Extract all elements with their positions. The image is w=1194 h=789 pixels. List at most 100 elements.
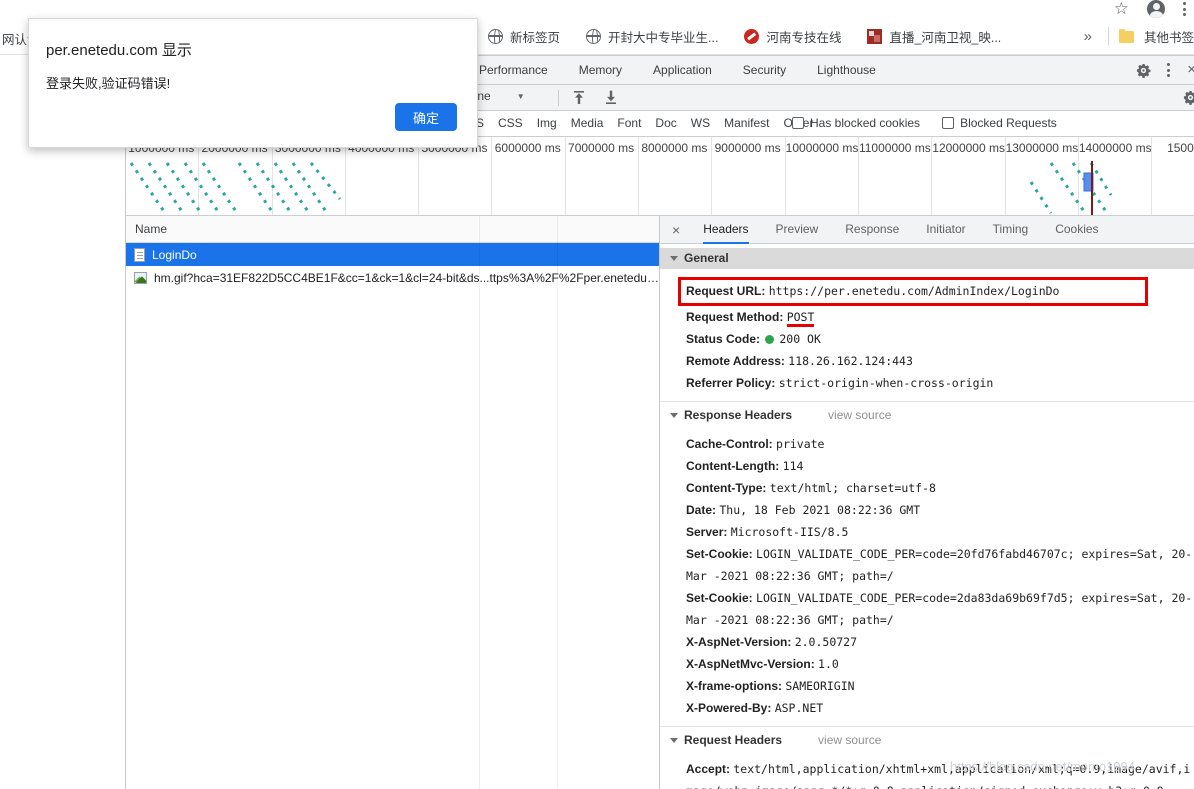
bookmark-star-icon[interactable]: ☆ [1114,0,1129,18]
header-value: LOGIN_VALIDATE_CODE_PER=code=2da83da69b6… [686,591,1193,627]
header-value: Thu, 18 Feb 2021 08:22:36 GMT [719,503,921,517]
tab-preview[interactable]: Preview [776,216,819,244]
disclosure-triangle-icon [670,737,678,743]
timeline-activity-graph [129,161,1113,215]
tab-initiator[interactable]: Initiator [926,216,965,244]
tab-headers[interactable]: Headers [703,216,749,244]
filter-font[interactable]: Font [617,116,641,130]
filter-checkbox-item[interactable]: Has blocked cookies [792,116,920,130]
header-key: Remote Address: [686,354,785,368]
divider [1107,27,1109,45]
bookmark-item[interactable]: 直播_河南卫视_映... [861,27,1007,46]
header-key: Request Method: [686,310,784,324]
header-value: 114 [782,459,804,473]
network-overview-timeline[interactable]: 1000000 ms 2000000 ms 3000000 ms 4000000 ms… [126,137,1194,216]
header-key: X-AspNet-Version: [686,635,792,649]
header-row: Set-Cookie: LOGIN_VALIDATE_CODE_PER=code… [686,587,1194,631]
disclosure-triangle-icon [670,256,678,261]
bookmarks-overflow-icon[interactable]: » [1078,28,1098,45]
bookmark-item[interactable]: 开封大中专毕业生... [580,27,724,46]
header-value: POST [786,310,815,327]
header-key: Content-Type: [686,481,767,495]
other-bookmarks-folder-icon [1118,28,1134,43]
checkbox-label: Blocked Requests [960,116,1057,130]
seal-logo-icon [867,28,883,44]
section-header-general[interactable]: General [660,248,1194,269]
checkbox-icon[interactable] [942,117,955,129]
filter-css[interactable]: CSS [498,116,523,130]
view-source-link[interactable]: view source [828,405,891,426]
view-source-link[interactable]: view source [818,730,881,751]
network-conditions-gear-icon[interactable] [1183,90,1194,105]
devtools-tab-performance[interactable]: Performance [479,63,548,77]
header-key: Set-Cookie: [686,547,753,561]
header-row: X-AspNetMvc-Version: 1.0 [686,653,1194,675]
header-key: Status Code: [686,332,761,346]
section-title: Request Headers [684,732,783,747]
import-har-icon[interactable] [572,90,586,105]
header-value: 1.0 [818,657,839,671]
request-details-pane: × Headers Preview Response Initiator Timing C… [659,216,1194,789]
tab-cookies[interactable]: Cookies [1055,216,1098,244]
red-box-annotation: Request URL: https://per.enetedu.com/Adm… [678,277,1149,306]
filter-media[interactable]: Media [571,116,604,130]
header-row: Cache-Control: private [686,433,1194,455]
bookmark-label: 开封大中专毕业生... [608,30,719,45]
tab-response[interactable]: Response [845,216,899,244]
red-logo-icon [744,28,760,44]
header-key: Referrer Policy: [686,376,776,390]
header-row: Status Code: 200 OK [686,328,1194,350]
divider [558,90,559,106]
other-bookmarks-label[interactable]: 其他书签 [1144,27,1194,46]
filter-manifest[interactable]: Manifest [724,116,769,130]
header-row: X-AspNet-Version: 2.0.50727 [686,631,1194,653]
section-header-response-headers[interactable]: Response Headers view source [660,401,1194,425]
alert-ok-button[interactable]: 确定 [395,103,457,131]
bookmark-list: 新标签页 开封大中专毕业生... 河南专技在线 直播_河南卫视_映... [482,18,1007,54]
close-details-icon[interactable]: × [672,222,680,238]
filter-ws[interactable]: WS [691,116,710,130]
header-value: 2.0.50727 [794,635,858,649]
header-value: ASP.NET [774,701,824,715]
tab-timing[interactable]: Timing [993,216,1029,244]
bookmark-item[interactable]: 新标签页 [482,27,566,46]
header-row: Server: Microsoft-IIS/8.5 [686,521,1194,543]
header-key: Request URL: [686,284,766,298]
network-request-list: Name LoginDo hm.gif?hca=31EF822D5CC4BE1F&… [126,216,659,789]
disclosure-triangle-icon [670,412,678,418]
browser-menu-icon[interactable] [1183,2,1186,16]
header-key: Date: [686,503,717,517]
export-har-icon[interactable] [604,90,618,105]
devtools-tab-security[interactable]: Security [743,63,786,77]
watermark-text: https://blog.csdn.net/momo1994 [950,759,1136,774]
table-row-request[interactable]: LoginDo [126,243,659,266]
devtools-close-icon[interactable]: × [1187,61,1194,78]
header-row: X-frame-options: SAMEORIGIN [686,675,1194,697]
header-row: X-Powered-By: ASP.NET [686,697,1194,719]
alert-dialog-message: 登录失败,验证码错误! [46,76,171,91]
header-key: X-frame-options: [686,679,782,693]
header-row: Date: Thu, 18 Feb 2021 08:22:36 GMT [686,499,1194,521]
header-value: text/html; charset=utf-8 [769,481,936,495]
header-value: private [776,437,825,451]
request-name: hm.gif?hca=31EF822D5CC4BE1F&cc=1&ck=1&cl… [154,270,659,285]
screenshot-root: ☆ 网认证 新标签页 开封大中专毕业生... 河南专技在线 直播_河南卫视_映... … [0,0,1194,789]
filter-checkbox-item[interactable]: Blocked Requests [942,116,1057,130]
devtools-settings-icon[interactable] [1136,63,1151,78]
filter-doc[interactable]: Doc [655,116,676,130]
header-value: strict-origin-when-cross-origin [778,376,994,390]
devtools-menu-icon[interactable] [1167,63,1170,77]
checkbox-icon[interactable] [792,117,804,129]
header-rows: Request URL: https://per.enetedu.com/Adm… [660,269,1194,396]
filter-img[interactable]: Img [537,116,557,130]
profile-avatar-icon[interactable] [1147,0,1165,18]
section-header-request-headers[interactable]: Request Headers view source [660,726,1194,750]
devtools-panel: Performance Memory Application Security Ligh… [125,55,1194,789]
devtools-tab-lighthouse[interactable]: Lighthouse [817,63,876,77]
column-header-name[interactable]: Name [126,216,659,243]
bookmark-item[interactable]: 河南专技在线 [738,27,847,46]
table-row-request[interactable]: hm.gif?hca=31EF822D5CC4BE1F&cc=1&ck=1&cl… [126,266,659,289]
header-rows: Cache-Control: private Content-Length: 11… [660,425,1194,721]
devtools-tab-application[interactable]: Application [653,63,712,77]
devtools-tab-memory[interactable]: Memory [579,63,622,77]
